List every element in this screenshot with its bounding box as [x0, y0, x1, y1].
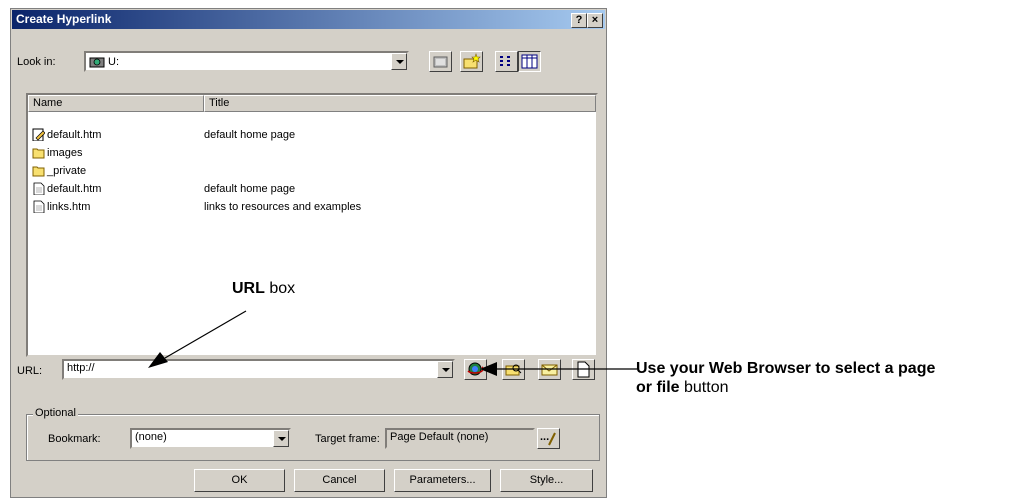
browse-annotation-bold-1: Use your Web Browser to select a page	[636, 360, 936, 377]
browse-annotation-bold-2: or file	[636, 379, 680, 396]
url-box-annotation: URL box	[232, 280, 295, 298]
url-box-annotation-bold: URL	[232, 280, 265, 297]
url-box-arrowhead	[148, 352, 168, 368]
browser-button-arrowhead	[480, 362, 497, 376]
url-box-annotation-rest: box	[264, 280, 296, 297]
browse-annotation-rest: button	[679, 379, 729, 396]
browse-annotation: Use your Web Browser to select a page or…	[636, 359, 935, 397]
url-box-arrow-line	[164, 310, 247, 359]
annotation-arrows	[148, 310, 637, 376]
